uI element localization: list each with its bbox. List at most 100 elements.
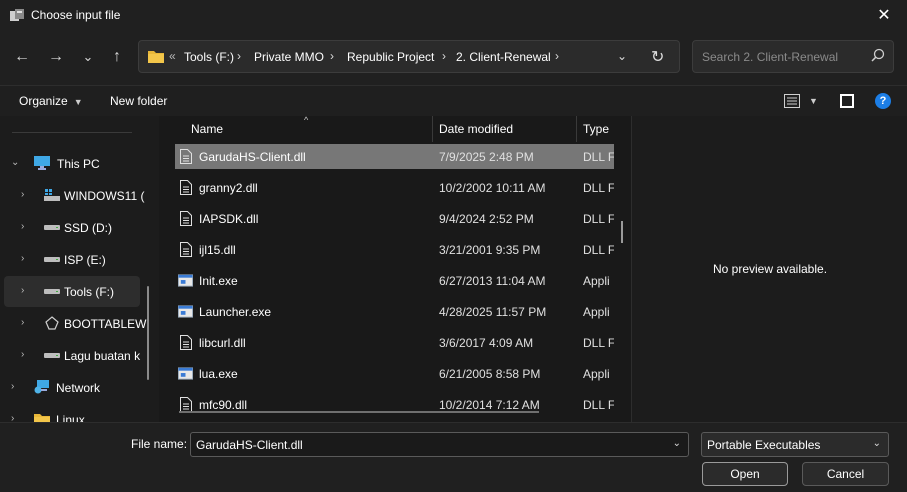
dll-icon xyxy=(180,149,192,164)
command-bar: Organize ▼ New folder ▼ ? xyxy=(0,85,907,116)
file-name: Launcher.exe xyxy=(199,305,272,319)
search-input[interactable]: Search 2. Client-Renewal xyxy=(692,40,894,73)
drive-icon xyxy=(44,225,60,230)
file-row[interactable]: GarudaHS-Client.dll 7/9/2025 2:48 PM DLL F xyxy=(175,144,614,169)
folder-icon xyxy=(148,51,164,63)
new-folder-button[interactable]: New folder xyxy=(110,94,167,108)
exe-icon xyxy=(178,305,193,318)
view-options-icon[interactable] xyxy=(784,94,800,108)
drive-icon xyxy=(44,257,60,262)
nav-label: BOOTTABLEWI xyxy=(64,317,150,331)
file-list-scrollbar[interactable] xyxy=(621,221,623,243)
nav-scrollbar[interactable] xyxy=(147,286,149,380)
chevron-right-icon[interactable]: › xyxy=(21,349,24,360)
help-icon[interactable]: ? xyxy=(875,93,891,109)
file-type: DLL F xyxy=(583,398,614,412)
navigation-pane: ⌄ This PC › WINDOWS11 ( › SSD (D:) › ISP… xyxy=(0,116,159,422)
file-row[interactable]: IAPSDK.dll 9/4/2024 2:52 PM DLL F xyxy=(175,206,614,231)
forward-button[interactable]: → xyxy=(43,44,69,70)
nav-item-network[interactable]: › Network xyxy=(4,372,140,403)
dll-icon xyxy=(180,242,192,257)
nav-label: Lagu buatan k xyxy=(64,349,141,363)
file-row[interactable]: granny2.dll 10/2/2002 10:11 AM DLL F xyxy=(175,175,614,200)
nav-item-isp[interactable]: › ISP (E:) xyxy=(4,244,140,275)
up-button[interactable]: ↑ xyxy=(104,44,130,70)
recent-locations-button[interactable]: ⌄ xyxy=(75,44,101,70)
file-type: Appli xyxy=(583,367,610,381)
file-row[interactable]: Launcher.exe 4/28/2025 11:57 PM Appli xyxy=(175,299,614,324)
chevron-right-icon[interactable]: › xyxy=(21,317,24,328)
nav-item-boottablewi[interactable]: › BOOTTABLEWI xyxy=(4,308,150,339)
file-date: 6/21/2005 8:58 PM xyxy=(439,367,541,381)
breadcrumb-republic-project[interactable]: Republic Project xyxy=(347,50,434,64)
horizontal-scrollbar[interactable] xyxy=(179,411,539,413)
chevron-right-icon[interactable]: › xyxy=(21,285,24,296)
refresh-icon[interactable]: ↻ xyxy=(651,47,664,67)
column-divider[interactable] xyxy=(576,116,577,142)
monitor-icon xyxy=(34,156,50,170)
column-divider[interactable] xyxy=(432,116,433,142)
chevron-right-icon[interactable]: › xyxy=(21,189,24,200)
nav-item-ssd[interactable]: › SSD (D:) xyxy=(4,212,140,243)
breadcrumb-client-renewal[interactable]: 2. Client-Renewal xyxy=(456,50,551,64)
dialog-footer: File name: GarudaHS-Client.dll ⌄ Portabl… xyxy=(0,422,907,492)
preview-pane: No preview available. xyxy=(631,116,907,422)
file-name-label: File name: xyxy=(131,437,188,451)
file-type: DLL F xyxy=(583,243,614,257)
file-date: 3/6/2017 4:09 AM xyxy=(439,336,534,350)
organize-label: Organize xyxy=(19,94,68,108)
chevron-right-icon[interactable]: › xyxy=(21,221,24,232)
search-icon[interactable] xyxy=(871,48,885,62)
file-row[interactable]: libcurl.dll 3/6/2017 4:09 AM DLL F xyxy=(175,330,614,355)
nav-item-windows11[interactable]: › WINDOWS11 ( xyxy=(4,180,144,211)
nav-item-tools[interactable]: › Tools (F:) xyxy=(4,276,140,307)
dll-icon xyxy=(180,397,192,412)
file-row[interactable]: Init.exe 6/27/2013 11:04 AM Appli xyxy=(175,268,614,293)
file-row[interactable]: lua.exe 6/21/2005 8:58 PM Appli xyxy=(175,361,614,386)
breadcrumb-tools[interactable]: Tools (F:) xyxy=(184,50,234,64)
back-button[interactable]: ← xyxy=(9,44,35,70)
nav-label: ISP (E:) xyxy=(64,253,106,267)
file-type-select[interactable]: Portable Executables ⌄ xyxy=(701,432,889,457)
nav-item-this-pc[interactable]: ⌄ This PC xyxy=(4,148,140,179)
file-date: 6/27/2013 11:04 AM xyxy=(439,274,546,288)
file-row[interactable]: ijl15.dll 3/21/2001 9:35 PM DLL F xyxy=(175,237,614,262)
nav-label: Tools (F:) xyxy=(64,285,115,299)
file-row[interactable]: mfc90.dll 10/2/2014 7:12 AM DLL F xyxy=(175,392,614,417)
disc-icon xyxy=(45,316,59,330)
column-header-date[interactable]: Date modified xyxy=(439,116,513,142)
nav-item-linux[interactable]: › Linux xyxy=(4,404,140,422)
close-button[interactable]: ✕ xyxy=(861,0,907,30)
chevron-down-icon[interactable]: ⌄ xyxy=(11,157,19,168)
chevron-right-icon[interactable]: › xyxy=(21,253,24,264)
address-bar[interactable]: « Tools (F:) › Private MMO › Republic Pr… xyxy=(138,40,680,73)
column-header-name[interactable]: Name xyxy=(191,116,223,142)
preview-pane-button[interactable] xyxy=(840,94,854,108)
view-chevron-icon[interactable]: ▼ xyxy=(809,96,818,106)
sort-ascending-icon: ^ xyxy=(304,116,309,125)
organize-button[interactable]: Organize ▼ xyxy=(19,94,83,108)
file-type: DLL F xyxy=(583,150,614,164)
breadcrumb-separator-icon[interactable]: › xyxy=(237,49,241,63)
search-placeholder: Search 2. Client-Renewal xyxy=(702,50,839,64)
file-name-input[interactable]: GarudaHS-Client.dll ⌄ xyxy=(190,432,689,457)
nav-item-lagu-buatan[interactable]: › Lagu buatan k xyxy=(4,340,140,371)
breadcrumb-private-mmo[interactable]: Private MMO xyxy=(254,50,324,64)
file-type: DLL F xyxy=(583,212,614,226)
exe-icon xyxy=(178,274,193,287)
breadcrumb-separator-icon[interactable]: › xyxy=(442,49,446,63)
cancel-button[interactable]: Cancel xyxy=(802,462,889,486)
breadcrumb-separator-icon[interactable]: › xyxy=(330,49,334,63)
column-header-type[interactable]: Type xyxy=(583,116,609,142)
chevron-right-icon[interactable]: › xyxy=(11,413,14,422)
overflow-chevron-icon[interactable]: « xyxy=(169,49,176,63)
dll-icon xyxy=(180,180,192,195)
breadcrumb-separator-icon[interactable]: › xyxy=(555,49,559,63)
file-name: IAPSDK.dll xyxy=(199,212,259,226)
address-dropdown-icon[interactable]: ⌄ xyxy=(617,49,627,63)
open-button[interactable]: Open xyxy=(702,462,788,486)
nav-label: SSD (D:) xyxy=(64,221,112,235)
chevron-right-icon[interactable]: › xyxy=(11,381,14,392)
file-type: Appli xyxy=(583,305,610,319)
chevron-down-icon[interactable]: ⌄ xyxy=(673,438,681,449)
